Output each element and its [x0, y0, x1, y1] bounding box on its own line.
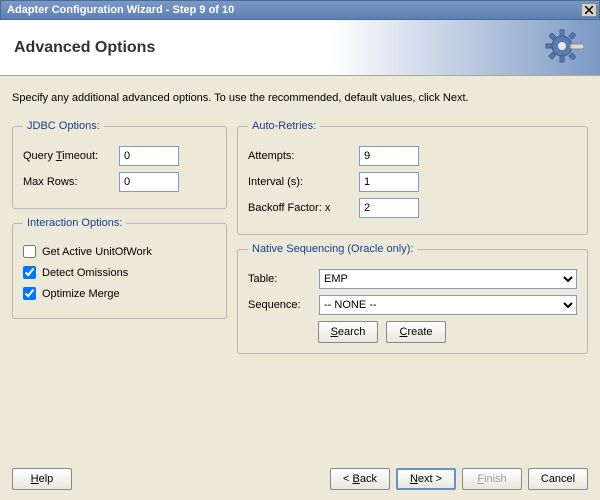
optimize-merge-label: Optimize Merge	[42, 288, 120, 300]
attempts-input[interactable]	[359, 146, 419, 166]
attempts-label: Attempts:	[248, 150, 353, 162]
auto-retries-group: Auto-Retries: Attempts: Interval (s): Ba…	[237, 120, 588, 235]
close-icon[interactable]	[581, 3, 597, 17]
detect-omissions-label: Detect Omissions	[42, 267, 128, 279]
search-button[interactable]: Search	[318, 321, 378, 343]
interaction-options-group: Interaction Options: Get Active UnitOfWo…	[12, 217, 227, 319]
interval-label: Interval (s):	[248, 176, 353, 188]
table-select[interactable]: EMP	[319, 269, 577, 289]
max-rows-input[interactable]	[119, 172, 179, 192]
max-rows-label: Max Rows:	[23, 176, 113, 188]
jdbc-legend: JDBC Options:	[23, 120, 104, 132]
interval-input[interactable]	[359, 172, 419, 192]
page-title: Advanced Options	[14, 39, 155, 57]
backoff-input[interactable]	[359, 198, 419, 218]
sequencing-legend: Native Sequencing (Oracle only):	[248, 243, 417, 255]
optimize-merge-checkbox[interactable]	[23, 287, 36, 300]
cancel-button[interactable]: Cancel	[528, 468, 588, 490]
wizard-footer: Help < Back Next > Finish Cancel	[12, 468, 588, 490]
detect-omissions-checkbox[interactable]	[23, 266, 36, 279]
table-label: Table:	[248, 273, 313, 285]
get-active-label: Get Active UnitOfWork	[42, 246, 152, 258]
create-button[interactable]: Create	[386, 321, 446, 343]
retries-legend: Auto-Retries:	[248, 120, 320, 132]
sequence-select[interactable]: -- NONE --	[319, 295, 577, 315]
gear-icon	[544, 28, 584, 68]
query-timeout-label: Query Timeout:	[23, 150, 113, 162]
query-timeout-input[interactable]	[119, 146, 179, 166]
help-button[interactable]: Help	[12, 468, 72, 490]
next-button[interactable]: Next >	[396, 468, 456, 490]
titlebar: Adapter Configuration Wizard - Step 9 of…	[0, 0, 600, 20]
titlebar-text: Adapter Configuration Wizard - Step 9 of…	[7, 4, 234, 16]
jdbc-options-group: JDBC Options: Query Timeout: Max Rows:	[12, 120, 227, 209]
backoff-label: Backoff Factor: x	[248, 202, 353, 214]
back-button[interactable]: < Back	[330, 468, 390, 490]
interaction-legend: Interaction Options:	[23, 217, 126, 229]
get-active-unitofwork-checkbox[interactable]	[23, 245, 36, 258]
finish-button: Finish	[462, 468, 522, 490]
instruction-text: Specify any additional advanced options.…	[12, 92, 588, 104]
native-sequencing-group: Native Sequencing (Oracle only): Table: …	[237, 243, 588, 354]
wizard-header: Advanced Options	[0, 20, 600, 76]
sequence-label: Sequence:	[248, 299, 313, 311]
